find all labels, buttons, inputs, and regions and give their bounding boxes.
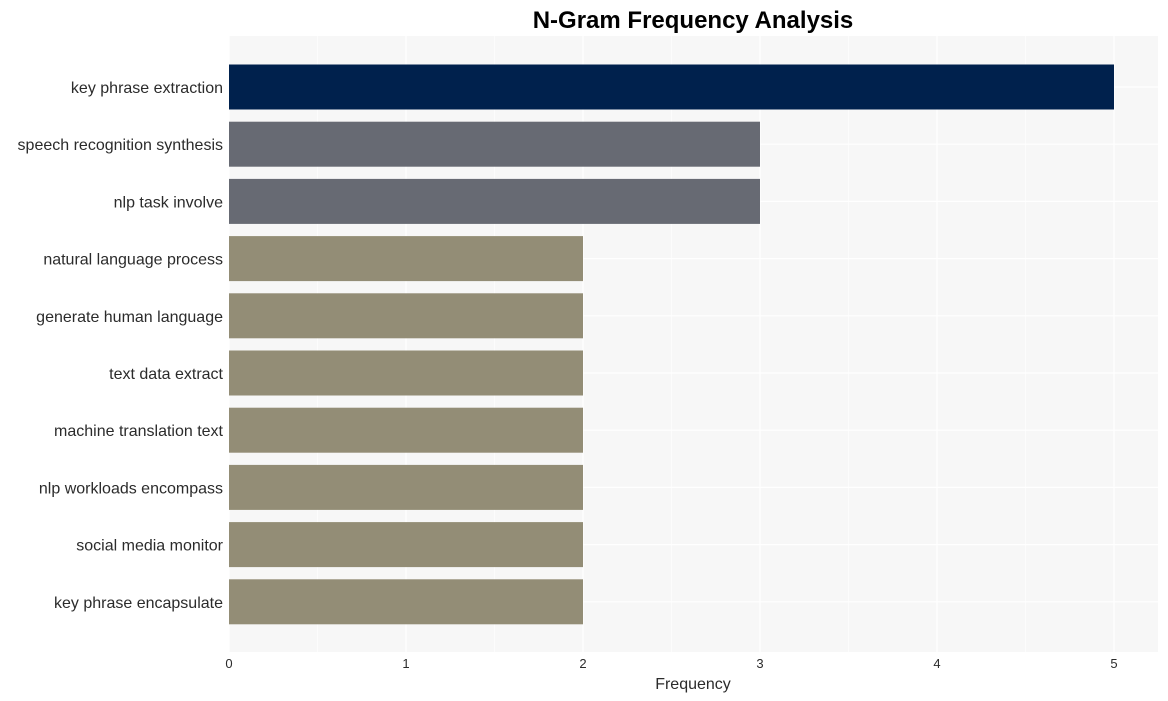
x-tick-label: 4	[933, 656, 940, 671]
y-tick-label: nlp task involve	[114, 194, 223, 211]
y-tick-label: key phrase encapsulate	[54, 595, 223, 612]
chart: key phrase extraction speech recognition …	[18, 7, 1158, 693]
bar	[229, 293, 583, 339]
bar	[229, 464, 583, 510]
bar	[229, 522, 583, 568]
chart-title: N-Gram Frequency Analysis	[533, 7, 854, 34]
bar	[229, 579, 583, 625]
bar	[229, 64, 1114, 110]
bar	[229, 178, 760, 224]
y-tick-label: social media monitor	[76, 538, 223, 555]
x-tick-label: 3	[756, 656, 763, 671]
y-tick-label: generate human language	[36, 309, 223, 326]
x-tick-label: 0	[225, 656, 232, 671]
x-axis-label: Frequency	[655, 676, 731, 693]
x-tick-labels: 0 1 2 3 4 5	[225, 656, 1117, 671]
y-tick-label: machine translation text	[54, 423, 224, 440]
bar	[229, 350, 583, 396]
bar	[229, 407, 583, 453]
y-tick-labels: key phrase extraction speech recognition …	[18, 80, 224, 612]
x-tick-label: 5	[1110, 656, 1117, 671]
bar	[229, 236, 583, 282]
x-tick-label: 2	[579, 656, 586, 671]
y-tick-label: speech recognition synthesis	[18, 137, 223, 154]
y-tick-label: nlp workloads encompass	[39, 480, 223, 497]
y-tick-label: text data extract	[109, 366, 223, 383]
bar	[229, 121, 760, 167]
y-tick-label: natural language process	[43, 252, 223, 269]
x-tick-label: 1	[402, 656, 409, 671]
y-tick-label: key phrase extraction	[71, 80, 223, 97]
